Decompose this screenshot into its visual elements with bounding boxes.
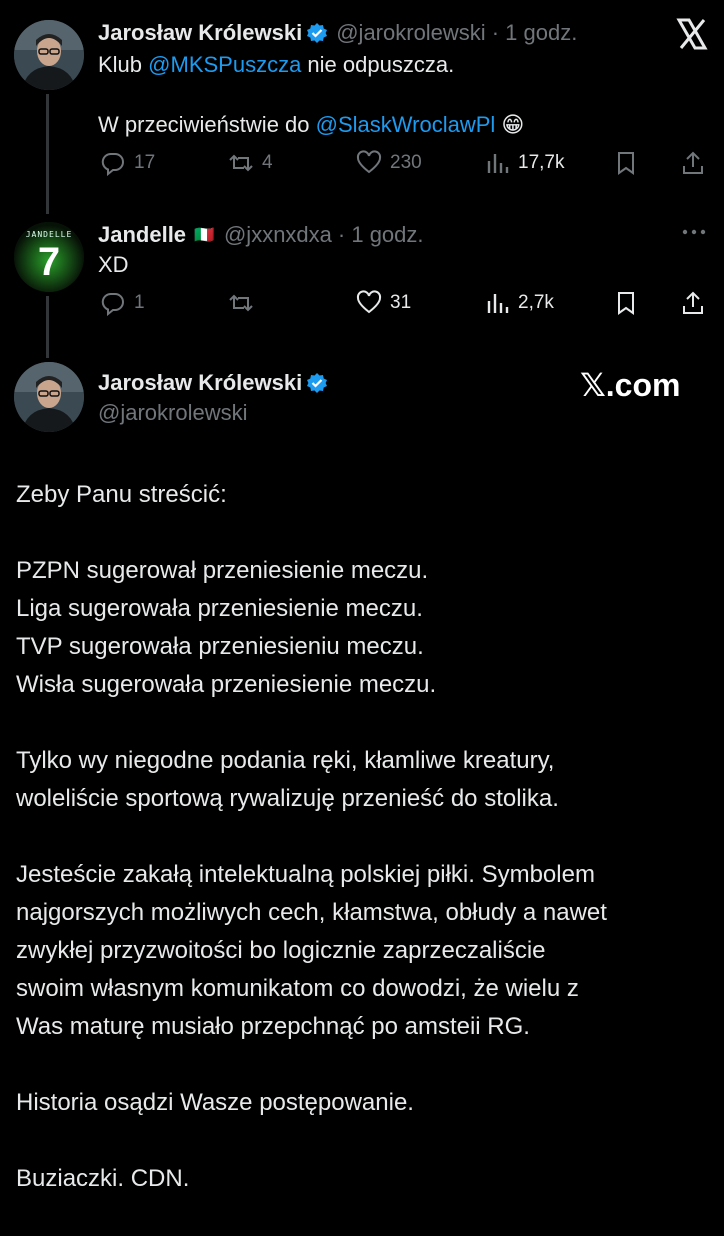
main-tweet-body: Zeby Panu streścić: PZPN sugerował przen… <box>16 476 716 1236</box>
author-name[interactable]: Jarosław Królewski <box>98 370 302 396</box>
share-button[interactable] <box>680 290 706 316</box>
main-tweet-header: Jarosław Królewski <box>98 370 328 396</box>
thread-line <box>46 296 49 358</box>
mention-link[interactable]: @MKSPuszcza <box>148 52 301 77</box>
author-handle[interactable]: @jarokrolewski <box>336 20 485 46</box>
share-icon <box>683 291 703 314</box>
retweet-icon <box>229 154 253 172</box>
timestamp[interactable]: · 1 godz. <box>338 222 424 248</box>
retweet-button[interactable]: 4 <box>228 150 273 176</box>
bookmark-icon <box>618 292 634 315</box>
tweet-text-line1: Klub @MKSPuszcza nie odpuszcza. <box>98 52 678 78</box>
author-handle[interactable]: @jxxnxdxa <box>224 222 332 248</box>
more-options-icon[interactable] <box>680 222 708 242</box>
author-handle[interactable]: @jarokrolewski <box>98 400 247 426</box>
watermark: 𝕏.com <box>580 367 681 403</box>
avatar[interactable]: JANDELLE 7 <box>14 222 84 292</box>
text-fragment: Klub <box>98 52 149 77</box>
tweet-header: Jarosław Królewski @jarokrolewski · 1 go… <box>98 18 658 48</box>
thread-line <box>46 94 49 214</box>
like-button[interactable]: 31 <box>356 290 411 316</box>
view-count: 2,7k <box>518 292 554 313</box>
tweet-text-line2: W przeciwieństwie do @SlaskWroclawPl 😁 <box>98 112 678 138</box>
text-fragment: W przeciwieństwie do <box>98 112 316 137</box>
retweet-count: 4 <box>262 152 273 173</box>
tweet-header: Jandelle 🇮🇹 @jxxnxdxa · 1 godz. <box>98 220 658 250</box>
views-button[interactable]: 2,7k <box>484 290 554 316</box>
heart-icon <box>356 290 382 314</box>
reply-count: 1 <box>134 292 145 313</box>
avatar[interactable] <box>14 362 84 432</box>
views-icon <box>487 154 509 173</box>
avatar-label: JANDELLE <box>25 230 73 239</box>
reply-button[interactable]: 1 <box>100 290 145 316</box>
views-button[interactable]: 17,7k <box>484 150 564 176</box>
tweet-text: XD <box>98 252 129 277</box>
reply-button[interactable]: 17 <box>100 150 155 176</box>
reply-count: 17 <box>134 152 156 173</box>
retweet-icon <box>229 294 253 312</box>
bookmark-button[interactable] <box>613 290 639 316</box>
text-fragment: nie odpuszcza. <box>301 52 455 77</box>
author-name[interactable]: Jandelle <box>98 222 186 248</box>
verified-badge-icon <box>306 22 328 44</box>
paragraph: Historia osądzi Wasze postępowanie. <box>16 1089 414 1116</box>
reply-icon <box>101 152 124 176</box>
heart-icon <box>356 150 382 174</box>
like-button[interactable]: 230 <box>356 150 422 176</box>
paragraph: PZPN sugerował przeniesienie meczu. Liga… <box>16 557 437 698</box>
author-name[interactable]: Jarosław Królewski <box>98 20 302 46</box>
x-logo-icon[interactable] <box>676 18 708 50</box>
share-button[interactable] <box>680 150 706 176</box>
grin-emoji: 😁 <box>501 112 525 137</box>
bookmark-button[interactable] <box>613 150 639 176</box>
paragraph: Zeby Panu streścić: <box>16 481 227 508</box>
paragraph: Buziaczki. CDN. <box>16 1165 190 1192</box>
paragraph: Jesteście zakałą intelektualną polskiej … <box>16 861 607 1040</box>
avatar[interactable] <box>14 20 84 90</box>
view-count: 17,7k <box>518 152 565 173</box>
mention-link[interactable]: @SlaskWroclawPl <box>316 112 496 137</box>
views-icon <box>487 294 509 313</box>
avatar-number: 7 <box>37 240 61 284</box>
like-count: 31 <box>390 292 412 313</box>
paragraph: Tylko wy niegodne podania ręki, kłamliwe… <box>16 747 559 812</box>
verified-badge-icon <box>306 372 328 394</box>
reply-icon <box>101 292 124 316</box>
like-count: 230 <box>390 152 422 173</box>
bookmark-icon <box>618 152 634 175</box>
share-icon <box>683 151 703 174</box>
retweet-button[interactable] <box>228 290 262 316</box>
timestamp[interactable]: · 1 godz. <box>492 20 578 46</box>
italy-flag-icon: 🇮🇹 <box>194 227 214 244</box>
